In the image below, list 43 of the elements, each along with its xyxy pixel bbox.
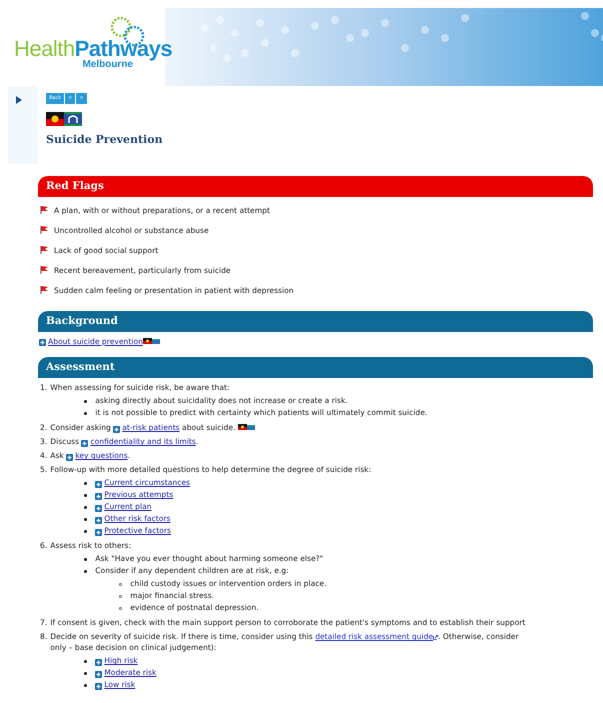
expand-icon[interactable] bbox=[39, 339, 46, 346]
flag-icon bbox=[40, 265, 48, 274]
expand-icon[interactable] bbox=[95, 670, 102, 678]
bullet-icon bbox=[84, 482, 88, 485]
bullet-icon bbox=[119, 606, 122, 610]
expand-icon[interactable] bbox=[95, 480, 102, 488]
expand-icon[interactable] bbox=[95, 682, 102, 690]
flag-icon bbox=[40, 205, 48, 214]
bullet-icon bbox=[84, 660, 88, 663]
section-header: Assessment bbox=[38, 357, 593, 378]
flag-icon bbox=[40, 285, 48, 294]
external-link-icon bbox=[433, 634, 438, 640]
bullet-icon bbox=[84, 518, 88, 521]
bullet-icon bbox=[84, 530, 88, 533]
bullet-icon bbox=[84, 494, 88, 497]
bullet-icon bbox=[84, 412, 88, 415]
flags-icon bbox=[238, 424, 256, 432]
section-header: Red Flags bbox=[38, 176, 593, 197]
bullet-icon bbox=[84, 570, 88, 573]
region-label: Melbourne bbox=[82, 60, 133, 70]
bullet-icon bbox=[119, 594, 122, 598]
expand-icon[interactable] bbox=[95, 504, 102, 512]
expand-icon[interactable] bbox=[95, 658, 102, 666]
bullet-icon bbox=[84, 400, 88, 403]
bullet-icon bbox=[119, 582, 122, 586]
flag-icon bbox=[40, 225, 48, 234]
expand-sidebar-icon[interactable] bbox=[16, 96, 22, 104]
expand-icon[interactable] bbox=[113, 426, 120, 433]
expand-icon[interactable] bbox=[66, 454, 74, 461]
page-title: Suicide Prevention bbox=[46, 132, 164, 148]
expand-icon[interactable] bbox=[95, 492, 102, 500]
brand-logo: HealthPathways bbox=[14, 38, 172, 60]
bullet-icon bbox=[84, 506, 88, 509]
flag-icon bbox=[40, 245, 48, 254]
expand-icon[interactable] bbox=[95, 516, 102, 524]
flags-icon bbox=[46, 112, 82, 126]
bullet-icon bbox=[84, 558, 88, 561]
bullet-icon bbox=[84, 672, 88, 675]
bullet-icon bbox=[84, 684, 88, 687]
section-header: Background bbox=[38, 311, 593, 332]
expand-icon[interactable] bbox=[81, 440, 88, 447]
flags-icon bbox=[142, 338, 161, 346]
expand-icon[interactable] bbox=[95, 528, 102, 536]
